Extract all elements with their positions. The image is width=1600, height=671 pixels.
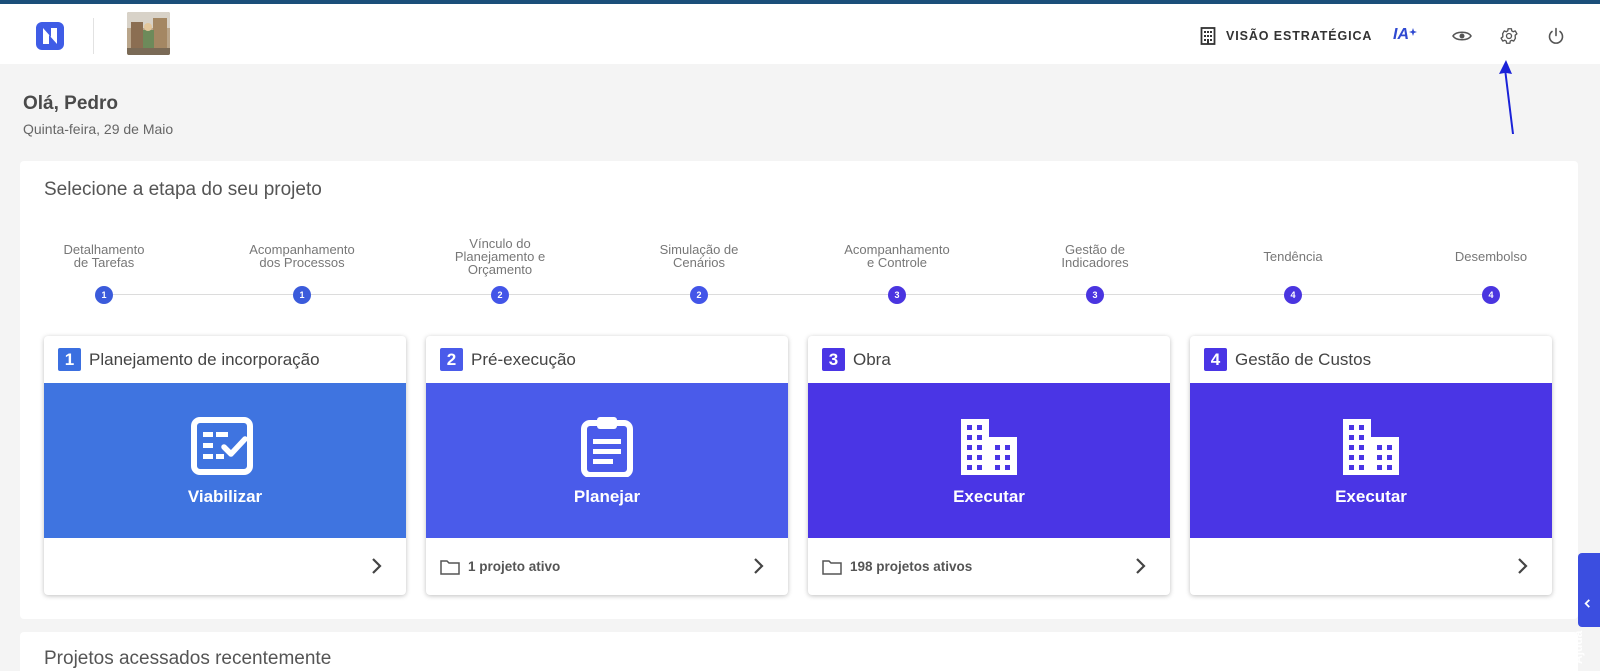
- top-header: VISÃO ESTRATÉGICA IA: [0, 4, 1600, 64]
- step-label[interactable]: Tendência: [1228, 250, 1358, 263]
- card-header: 2 Pré-execução: [440, 348, 576, 371]
- card-number-badge: 4: [1204, 348, 1227, 371]
- step-dot[interactable]: 4: [1482, 286, 1500, 304]
- stages-panel-title: Selecione a etapa do seu projeto: [44, 179, 322, 200]
- stage-card-construction: 3 Obra Executar 198 projetos ativos: [808, 336, 1170, 595]
- card-footer: [44, 538, 406, 595]
- ai-sparkle-icon: [1409, 28, 1417, 36]
- ai-label: IA: [1393, 26, 1409, 43]
- step-label[interactable]: Vínculo do Planejamento e Orçamento: [435, 237, 565, 276]
- card-title: Pré-execução: [471, 349, 576, 369]
- strategic-view-button[interactable]: VISÃO ESTRATÉGICA: [1200, 24, 1372, 48]
- step-label[interactable]: Detalhamento de Tarefas: [39, 243, 169, 269]
- step-label[interactable]: Simulação de Cenários: [634, 243, 764, 269]
- active-projects-count: 1 projeto ativo: [468, 559, 561, 574]
- clipboard-icon: [581, 417, 633, 477]
- chevron-right-icon[interactable]: [1512, 556, 1532, 576]
- card-action-label: Planejar: [573, 487, 641, 506]
- header-divider: [93, 18, 94, 54]
- building-icon: [1200, 27, 1216, 45]
- card-number-badge: 3: [822, 348, 845, 371]
- card-title: Obra: [853, 349, 891, 369]
- project-thumbnail[interactable]: [127, 12, 170, 55]
- stage-card-pre-execution: 2 Pré-execução Planejar 1 projeto ativo: [426, 336, 788, 595]
- card-footer: 198 projetos ativos: [808, 538, 1170, 595]
- step-dot[interactable]: 3: [1086, 286, 1104, 304]
- card-title: Planejamento de incorporação: [89, 349, 320, 369]
- step-label[interactable]: Desembolso: [1426, 250, 1556, 263]
- step-dot[interactable]: 2: [491, 286, 509, 304]
- step-label[interactable]: Acompanhamento dos Processos: [237, 243, 367, 269]
- step-dot[interactable]: 2: [690, 286, 708, 304]
- building-icon: [1343, 419, 1399, 475]
- card-number-badge: 2: [440, 348, 463, 371]
- card-footer: 1 projeto ativo: [426, 538, 788, 595]
- step-label[interactable]: Acompanhamento e Controle: [832, 243, 962, 269]
- card-action-label: Executar: [1335, 487, 1407, 506]
- settings-button[interactable]: [1498, 25, 1520, 47]
- executar-button[interactable]: Executar: [1190, 383, 1552, 538]
- chevron-right-icon[interactable]: [366, 556, 386, 576]
- active-projects-count: 198 projetos ativos: [850, 559, 973, 574]
- card-action-label: Executar: [953, 487, 1025, 506]
- help-label: Ajuda: [1571, 630, 1585, 664]
- card-title: Gestão de Custos: [1235, 349, 1372, 369]
- card-number-badge: 1: [58, 348, 81, 371]
- logo-icon[interactable]: [36, 22, 64, 50]
- chevron-right-icon[interactable]: [1130, 556, 1150, 576]
- eye-icon: [1452, 31, 1472, 41]
- chevron-right-icon[interactable]: [748, 556, 768, 576]
- card-header: 3 Obra: [822, 348, 891, 371]
- chevron-left-icon: [1584, 599, 1590, 608]
- annotation-arrow-icon: [1499, 60, 1514, 134]
- step-label[interactable]: Gestão de Indicadores: [1030, 243, 1160, 269]
- checklist-icon: [191, 417, 253, 475]
- recent-projects-title: Projetos acessados recentemente: [44, 648, 332, 669]
- folder-icon: [440, 560, 460, 575]
- folder-icon: [822, 560, 842, 575]
- stage-card-cost-management: 4 Gestão de Custos Executar: [1190, 336, 1552, 595]
- visibility-button[interactable]: [1451, 25, 1473, 47]
- card-footer: [1190, 538, 1552, 595]
- greeting-title: Olá, Pedro: [23, 93, 119, 114]
- step-dot[interactable]: 1: [293, 286, 311, 304]
- stage-card-incorporation: 1 Planejamento de incorporação Viabiliza…: [44, 336, 406, 595]
- ai-button[interactable]: IA: [1393, 26, 1417, 44]
- stepper-line: [104, 294, 1491, 295]
- strategic-view-label: VISÃO ESTRATÉGICA: [1226, 29, 1373, 43]
- step-dot[interactable]: 3: [888, 286, 906, 304]
- building-icon: [961, 419, 1017, 475]
- greeting-date: Quinta-feira, 29 de Maio: [23, 121, 174, 137]
- viabilizar-button[interactable]: Viabilizar: [44, 383, 406, 538]
- card-header: 4 Gestão de Custos: [1204, 348, 1371, 371]
- logout-button[interactable]: [1545, 25, 1567, 47]
- card-header: 1 Planejamento de incorporação: [58, 348, 320, 371]
- step-dot[interactable]: 1: [95, 286, 113, 304]
- gear-icon: [1500, 28, 1518, 44]
- executar-button[interactable]: Executar: [808, 383, 1170, 538]
- power-icon: [1548, 27, 1564, 44]
- card-action-label: Viabilizar: [187, 487, 263, 506]
- planejar-button[interactable]: Planejar: [426, 383, 788, 538]
- help-tab[interactable]: Ajuda: [1571, 553, 1600, 664]
- step-dot[interactable]: 4: [1284, 286, 1302, 304]
